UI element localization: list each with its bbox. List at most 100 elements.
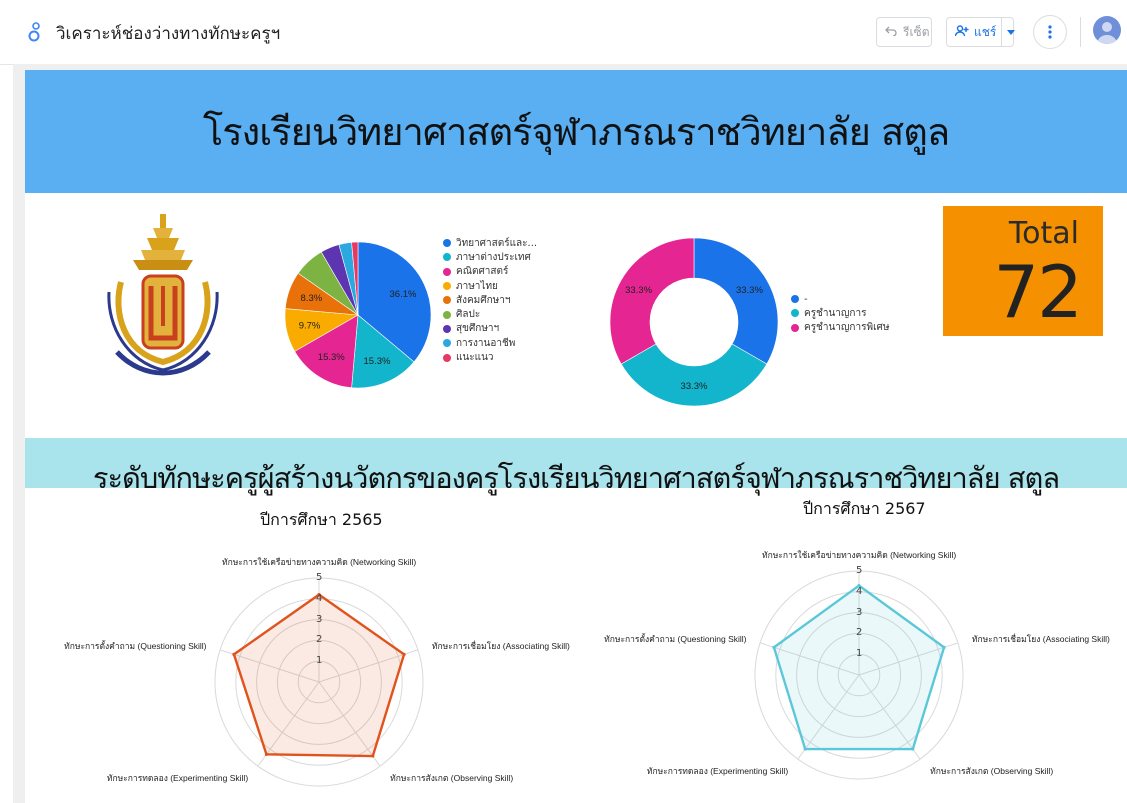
legend-swatch xyxy=(443,339,451,348)
radar-point[interactable] xyxy=(402,652,406,656)
radar-2567-title: ปีการศึกษา 2567 xyxy=(803,499,926,518)
radar-tick-label: 2 xyxy=(316,634,323,646)
legend-swatch xyxy=(443,310,451,319)
legend-item[interactable]: ครูชำนาญการ xyxy=(791,306,889,320)
share-button[interactable]: แชร์ xyxy=(946,17,1016,47)
share-label: แชร์ xyxy=(974,24,997,39)
pie-slice[interactable] xyxy=(693,237,779,365)
legend-swatch xyxy=(443,353,451,362)
legend-item[interactable]: ภาษาต่างประเทศ xyxy=(443,250,537,264)
legend-label: คณิตศาสตร์ xyxy=(456,266,509,278)
data-studio-logo-icon[interactable] xyxy=(28,22,42,46)
slice-label: 8.3% xyxy=(301,293,323,304)
radar-axis-label: ทักษะการสังเกต (Observing Skill) xyxy=(930,766,1054,777)
legend-item[interactable]: แนะแนว xyxy=(443,350,537,364)
account-icon[interactable] xyxy=(1093,16,1121,44)
radar-point[interactable] xyxy=(371,754,375,758)
report-page: โรงเรียนวิทยาศาสตร์จุฬาภรณราชวิทยาลัย สต… xyxy=(25,70,1127,803)
total-label: Total xyxy=(1008,216,1079,251)
legend-label: ภาษาต่างประเทศ xyxy=(456,251,531,263)
legend-label: การงานอาชีพ xyxy=(456,337,516,349)
legend-swatch xyxy=(791,323,799,332)
radar-2565-title: ปีการศึกษา 2565 xyxy=(260,510,383,529)
radar-axis-label: ทักษะการตั้งคำถาม (Questioning Skill) xyxy=(64,640,207,651)
department-pie-chart: 36.1% 15.3% 15.3% 9.7% 8.3% xyxy=(284,241,432,389)
reset-button[interactable]: รีเซ็ต xyxy=(876,17,932,47)
radar-point[interactable] xyxy=(911,747,915,751)
radar-point[interactable] xyxy=(942,645,946,649)
legend-swatch xyxy=(791,309,799,318)
position-donut-legend: - ครูชำนาญการครูชำนาญการพิเศษ xyxy=(791,292,889,335)
radar-point[interactable] xyxy=(803,747,807,751)
legend-swatch xyxy=(791,295,799,304)
radar-tick-label: 5 xyxy=(316,572,323,583)
radar-axis-label: ทักษะการทดลอง (Experimenting Skill) xyxy=(106,773,249,784)
slice-label: 9.7% xyxy=(299,321,321,332)
legend-item[interactable]: ศิลปะ xyxy=(443,307,537,321)
radar-tick-label: 1 xyxy=(856,648,863,660)
pie-slice[interactable] xyxy=(620,343,768,407)
legend-swatch xyxy=(443,253,451,262)
header-band: โรงเรียนวิทยาศาสตร์จุฬาภรณราชวิทยาลัย สต… xyxy=(25,70,1127,193)
school-seal-logo xyxy=(103,212,223,382)
slice-label: 33.3% xyxy=(681,381,708,392)
department-pie-legend: วิทยาศาสตร์และ... ภาษาต่างประเทศคณิตศาสตร… xyxy=(443,236,537,365)
legend-label: ครูชำนาญการ xyxy=(804,307,867,319)
legend-label: สังคมศึกษาฯ xyxy=(456,294,511,306)
legend-item[interactable]: - xyxy=(791,292,889,306)
legend-label: สุขศึกษาฯ xyxy=(456,323,500,335)
radar-tick-label: 3 xyxy=(856,606,863,618)
radar-tick-label: 3 xyxy=(316,613,323,625)
slice-label: 33.3% xyxy=(736,285,763,296)
slice-label: 33.3% xyxy=(625,285,652,296)
legend-label: ศิลปะ xyxy=(456,309,481,321)
radar-axis-label: ทักษะการสังเกต (Observing Skill) xyxy=(390,773,514,784)
legend-swatch xyxy=(443,324,451,333)
legend-item[interactable]: สุขศึกษาฯ xyxy=(443,322,537,336)
radar-tick-label: 1 xyxy=(316,655,323,667)
radar-point[interactable] xyxy=(772,645,776,649)
legend-item[interactable]: สังคมศึกษาฯ xyxy=(443,293,537,307)
slice-label: 15.3% xyxy=(364,356,391,367)
radar-tick-label: 2 xyxy=(856,627,863,639)
legend-item[interactable]: การงานอาชีพ xyxy=(443,336,537,350)
caret-down-icon[interactable] xyxy=(1001,18,1020,46)
legend-swatch xyxy=(443,282,451,291)
school-title: โรงเรียนวิทยาศาสตร์จุฬาภรณราชวิทยาลัย สต… xyxy=(202,110,950,154)
slice-label: 15.3% xyxy=(318,352,345,363)
pie-slice[interactable] xyxy=(609,237,695,365)
undo-icon xyxy=(885,25,897,39)
legend-label: ภาษาไทย xyxy=(456,280,498,292)
radar-axis-label: ทักษะการเชื่อมโยง (Associating Skill) xyxy=(971,633,1110,644)
section-title: ระดับทักษะครูผู้สร้างนวัตกรของครูโรงเรีย… xyxy=(92,461,1060,495)
radar-axis-label: ทักษะการเชื่อมโยง (Associating Skill) xyxy=(431,640,570,651)
radar-tick-label: 4 xyxy=(316,592,323,604)
top-bar: วิเคราะห์ช่องว่างทางทักษะครูฯ รีเซ็ต แชร… xyxy=(0,0,1127,65)
legend-label: วิทยาศาสตร์และ... xyxy=(456,237,538,249)
radar-tick-label: 4 xyxy=(856,585,863,597)
legend-label: ครูชำนาญการพิเศษ xyxy=(804,322,890,334)
legend-item[interactable]: วิทยาศาสตร์และ... xyxy=(443,236,537,250)
radar-axis-label: ทักษะการใช้เครือข่ายทางความคิด (Networki… xyxy=(762,550,957,560)
slice-label: 36.1% xyxy=(390,289,417,300)
report-name[interactable]: วิเคราะห์ช่องว่างทางทักษะครูฯ xyxy=(56,20,280,47)
legend-item[interactable]: คณิตศาสตร์ xyxy=(443,265,537,279)
total-scorecard: Total 72 xyxy=(943,206,1103,336)
radar-point[interactable] xyxy=(232,652,236,656)
legend-label: - xyxy=(804,293,808,305)
legend-label: แนะแนว xyxy=(456,352,494,364)
legend-item[interactable]: ครูชำนาญการพิเศษ xyxy=(791,321,889,335)
total-value: 72 xyxy=(993,250,1083,334)
radar-tick-label: 5 xyxy=(856,565,863,576)
reset-label: รีเซ็ต xyxy=(903,24,930,39)
legend-swatch xyxy=(443,239,451,248)
radar-chart-2567: 1 2 3 4 5 ทักษะการใช้เครือข่ายทางความคิด (Net… xyxy=(604,530,1125,803)
more-vert-icon[interactable] xyxy=(1033,15,1067,49)
radar-point[interactable] xyxy=(264,752,269,756)
position-donut-chart: 33.3% 33.3% 33.3% xyxy=(609,237,779,407)
radar-chart-2565: 1 2 3 4 5 ทักษะการใช้เครือข่ายทางความคิด (Net… xyxy=(64,540,585,803)
divider xyxy=(1080,17,1081,47)
radar-axis-label: ทักษะการตั้งคำถาม (Questioning Skill) xyxy=(604,633,747,644)
legend-item[interactable]: ภาษาไทย xyxy=(443,279,537,293)
legend-swatch xyxy=(443,296,451,305)
